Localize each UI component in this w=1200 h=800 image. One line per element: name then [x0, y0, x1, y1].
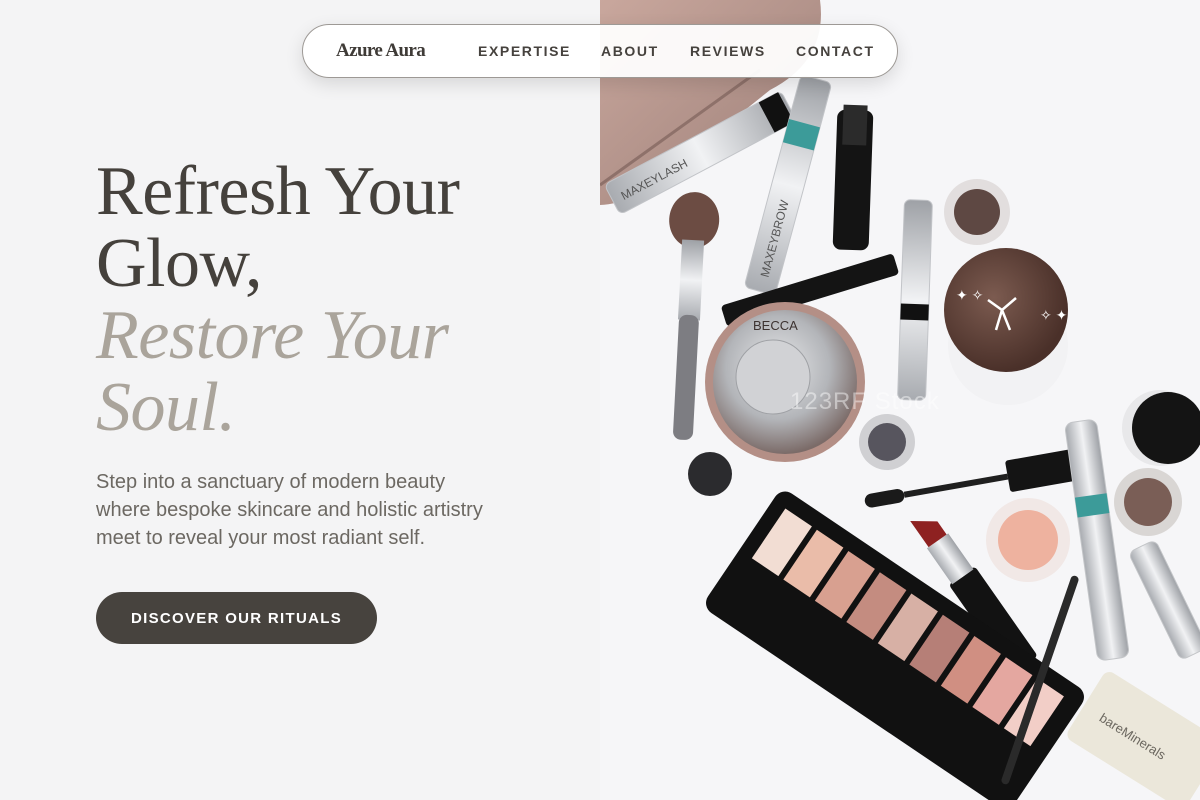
headline-line-2: Restore Your Soul.: [96, 297, 449, 446]
svg-text:BECCA: BECCA: [753, 318, 798, 333]
hero-photo: MAXEYLASH MAXEYBROW BECCA ✦ ✧ ✧ ✦ bareMi…: [600, 0, 1200, 800]
brand-logo[interactable]: Azure Aura: [336, 40, 426, 62]
hero-section: Refresh Your Glow, Restore Your Soul. St…: [0, 0, 600, 800]
nav-link-reviews[interactable]: REVIEWS: [690, 43, 766, 59]
nav-link-about[interactable]: ABOUT: [601, 43, 659, 59]
top-nav: Azure Aura EXPERTISE ABOUT REVIEWS CONTA…: [302, 24, 898, 78]
hero-headline: Refresh Your Glow, Restore Your Soul.: [96, 156, 566, 444]
stock-watermark: 123RF Stock: [790, 388, 940, 415]
discover-rituals-button[interactable]: DISCOVER OUR RITUALS: [96, 592, 377, 644]
headline-line-1: Refresh Your Glow,: [96, 153, 460, 302]
nav-link-expertise[interactable]: EXPERTISE: [478, 43, 571, 59]
svg-text:✦ ✧: ✦ ✧: [956, 287, 984, 303]
svg-text:✧ ✦: ✧ ✦: [1040, 307, 1068, 323]
hero-subtitle: Step into a sanctuary of modern beauty w…: [96, 471, 483, 549]
nav-link-contact[interactable]: CONTACT: [796, 43, 875, 59]
